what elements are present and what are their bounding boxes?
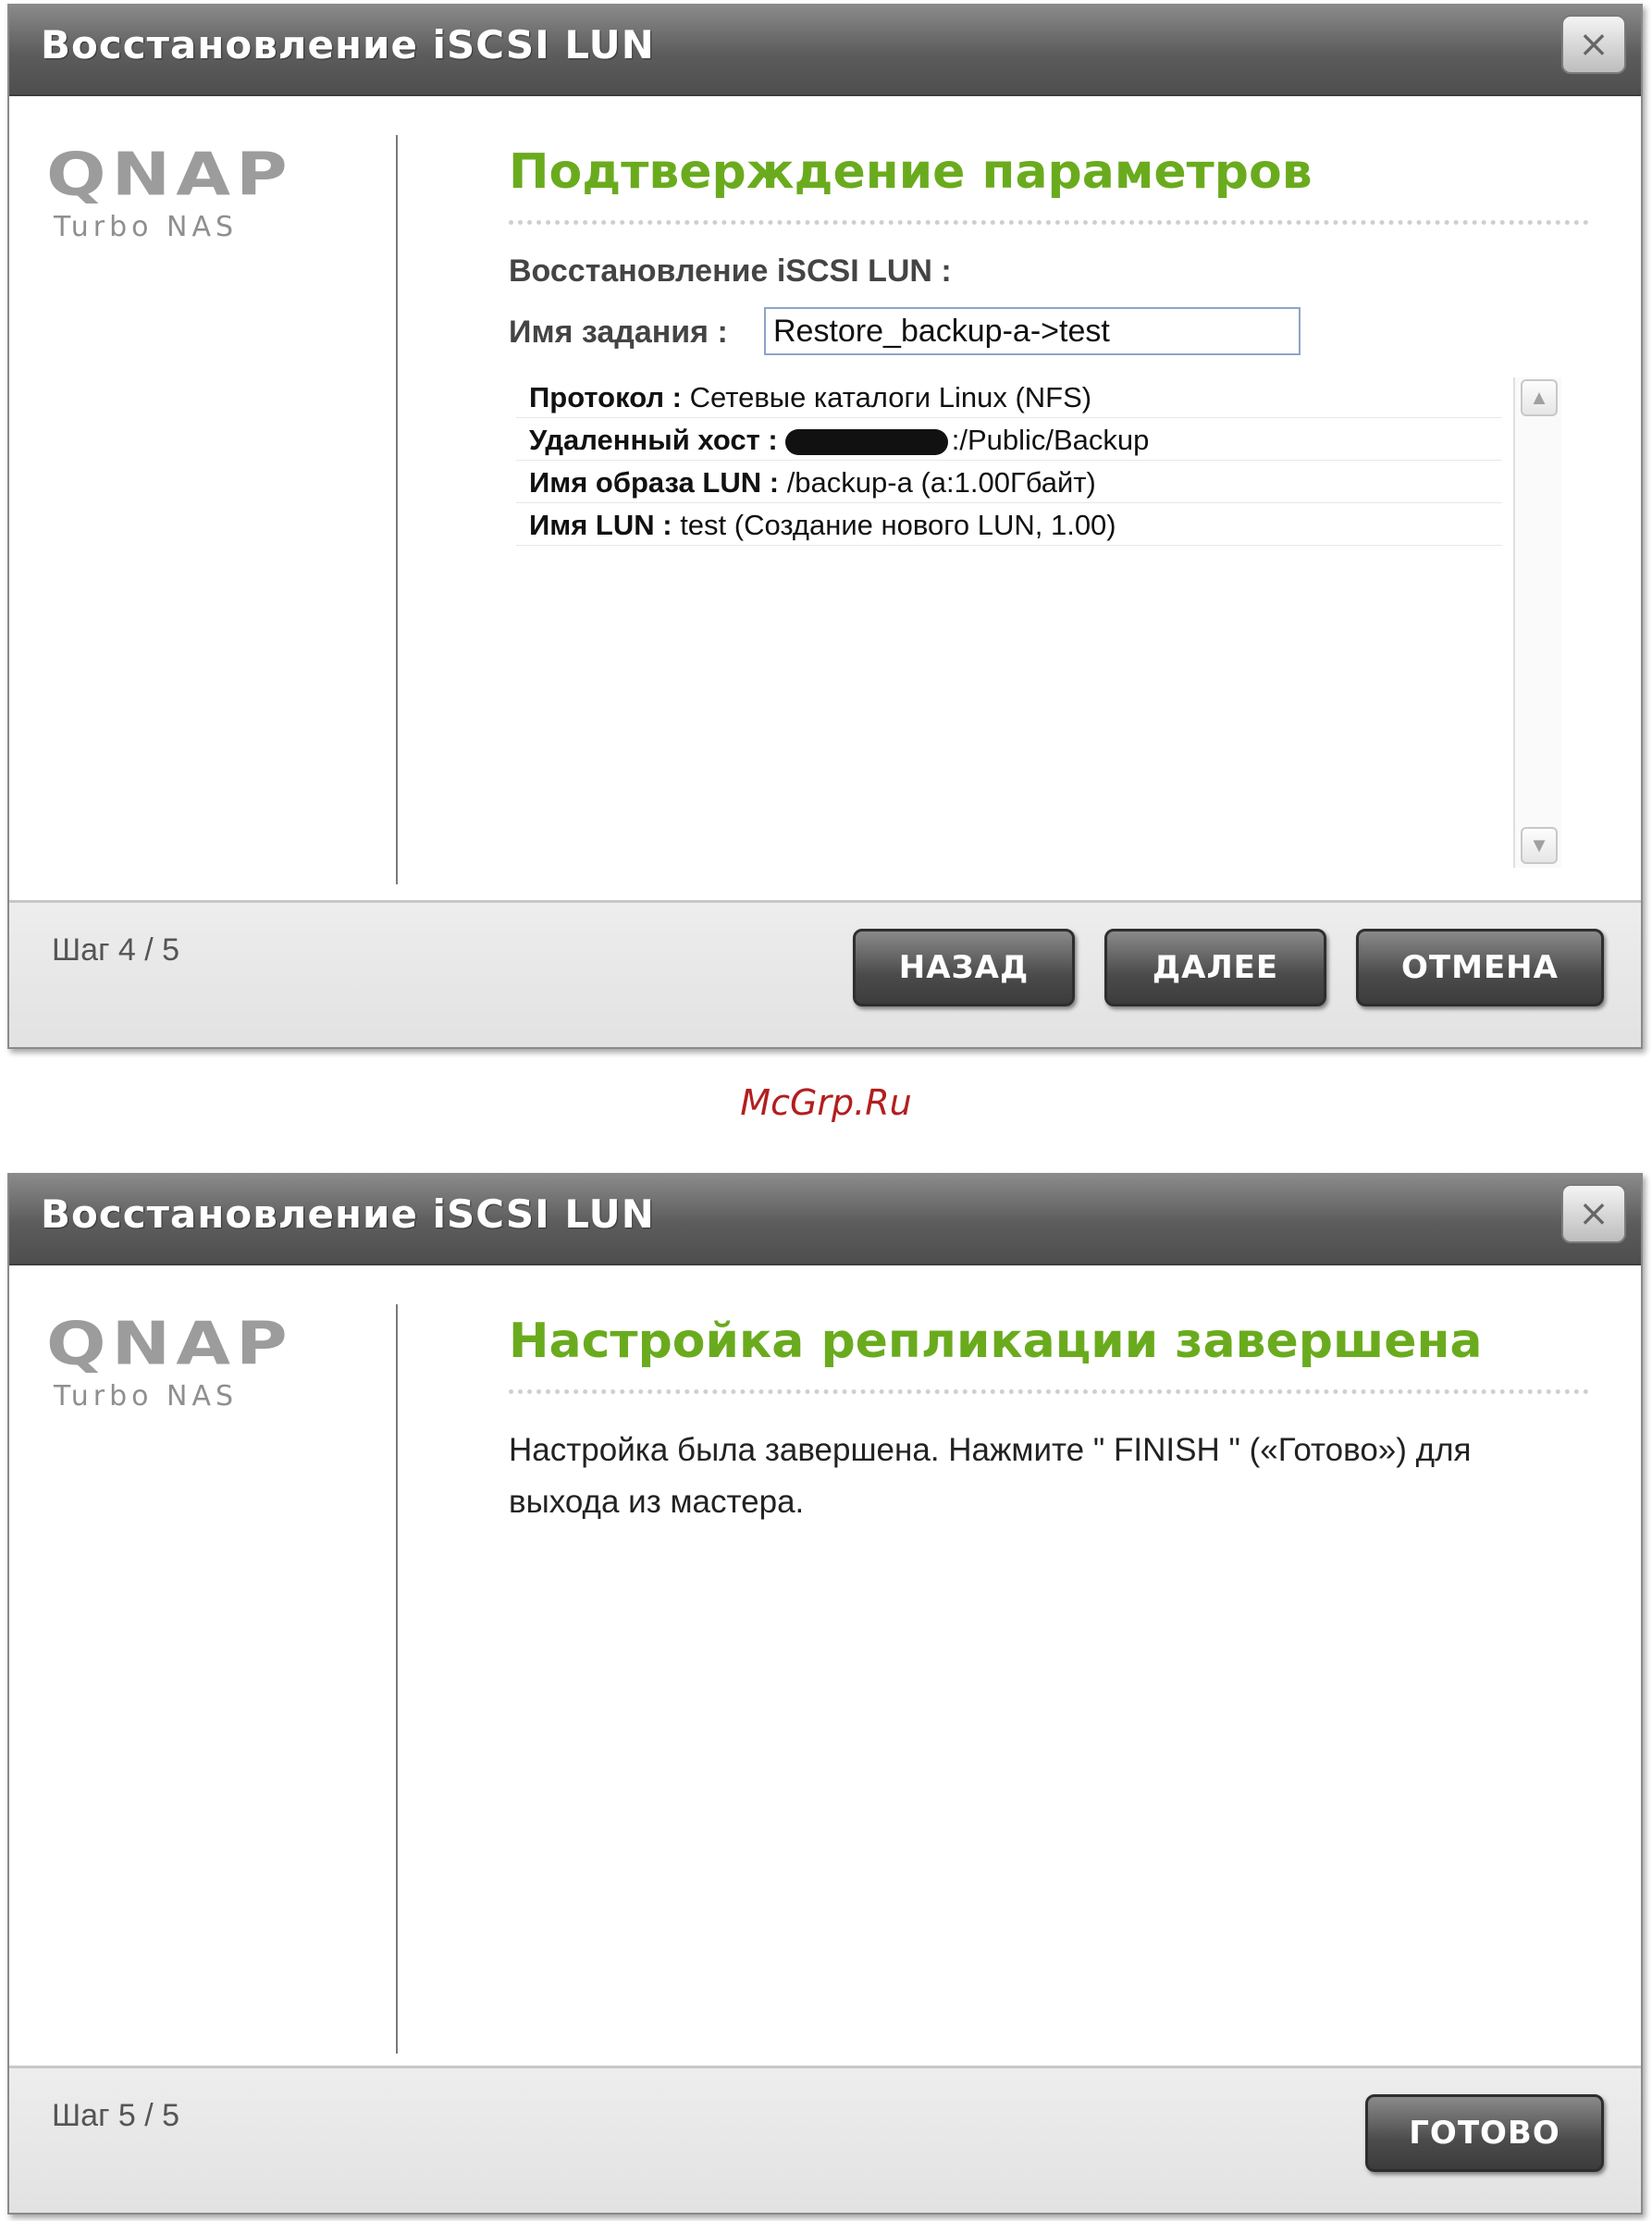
- dialog-titlebar[interactable]: Восстановление iSCSI LUN ×: [9, 1175, 1641, 1265]
- vertical-divider: [396, 135, 398, 884]
- summary-row-remote-host: Удаленный хост : :/Public/Backup: [516, 420, 1502, 461]
- heading-divider: [509, 220, 1589, 225]
- dialog-footer: Шаг 5 / 5 ГОТОВО: [9, 2066, 1641, 2213]
- qnap-logo: QNAP Turbo NAS: [46, 1314, 342, 1413]
- summary-row-lun-name: Имя LUN : test (Создание нового LUN, 1.0…: [516, 505, 1502, 546]
- logo-subtitle: Turbo NAS: [54, 211, 239, 243]
- summary-value: /backup-a (a:1.00Гбайт): [786, 466, 1096, 499]
- page-heading: Подтверждение параметров: [509, 144, 1313, 200]
- next-button[interactable]: ДАЛЕЕ: [1104, 929, 1326, 1006]
- close-icon: ×: [1578, 1192, 1609, 1235]
- job-name-input[interactable]: [764, 307, 1301, 355]
- dialog-footer: Шаг 4 / 5 НАЗАД ДАЛЕЕ ОТМЕНА: [9, 900, 1641, 1047]
- restore-lun-dialog-step5: Восстановление iSCSI LUN × QNAP Turbo NA…: [7, 1173, 1643, 2215]
- redacted-host: [784, 428, 948, 455]
- back-button[interactable]: НАЗАД: [853, 929, 1075, 1006]
- list-scrollbar[interactable]: ▲ ▼: [1513, 377, 1561, 868]
- summary-row-protocol: Протокол : Сетевые каталоги Linux (NFS): [516, 377, 1502, 418]
- dialog-titlebar[interactable]: Восстановление iSCSI LUN ×: [9, 6, 1641, 96]
- summary-list: Протокол : Сетевые каталоги Linux (NFS) …: [516, 377, 1561, 877]
- step-indicator: Шаг 5 / 5: [52, 2098, 180, 2133]
- summary-key: Удаленный хост :: [529, 424, 778, 456]
- summary-key: Протокол :: [529, 381, 682, 413]
- vertical-divider: [396, 1304, 398, 2054]
- summary-value: Сетевые каталоги Linux (NFS): [689, 381, 1092, 413]
- summary-key: Имя LUN :: [529, 509, 672, 541]
- qnap-logo: QNAP Turbo NAS: [46, 144, 342, 243]
- step-indicator: Шаг 4 / 5: [52, 932, 180, 968]
- watermark: McGrp.Ru: [740, 1082, 912, 1123]
- dialog-title: Восстановление iSCSI LUN: [41, 1191, 655, 1237]
- completion-message: Настройка была завершена. Нажмите " FINI…: [509, 1432, 1472, 1520]
- cancel-button[interactable]: ОТМЕНА: [1356, 929, 1604, 1006]
- summary-value: test (Создание нового LUN, 1.00): [680, 509, 1116, 541]
- logo-brand: QNAP: [46, 1308, 293, 1378]
- logo-brand: QNAP: [46, 139, 293, 209]
- close-icon: ×: [1578, 23, 1609, 66]
- section-label: Восстановление iSCSI LUN :: [509, 253, 952, 289]
- summary-row-image-name: Имя образа LUN : /backup-a (a:1.00Гбайт): [516, 463, 1502, 503]
- restore-lun-dialog-step4: Восстановление iSCSI LUN × QNAP Turbo NA…: [7, 4, 1643, 1049]
- finish-button[interactable]: ГОТОВО: [1365, 2094, 1604, 2172]
- summary-key: Имя образа LUN :: [529, 466, 780, 499]
- job-name-label: Имя задания :: [509, 315, 728, 350]
- heading-divider: [509, 1389, 1589, 1394]
- summary-value: :/Public/Backup: [951, 424, 1150, 456]
- dialog-title: Восстановление iSCSI LUN: [41, 22, 655, 68]
- chevron-down-icon[interactable]: ▼: [1521, 827, 1558, 864]
- logo-subtitle: Turbo NAS: [54, 1380, 239, 1413]
- page-heading: Настройка репликации завершена: [509, 1314, 1483, 1369]
- close-button[interactable]: ×: [1561, 1184, 1626, 1243]
- close-button[interactable]: ×: [1561, 15, 1626, 74]
- chevron-up-icon[interactable]: ▲: [1521, 379, 1558, 416]
